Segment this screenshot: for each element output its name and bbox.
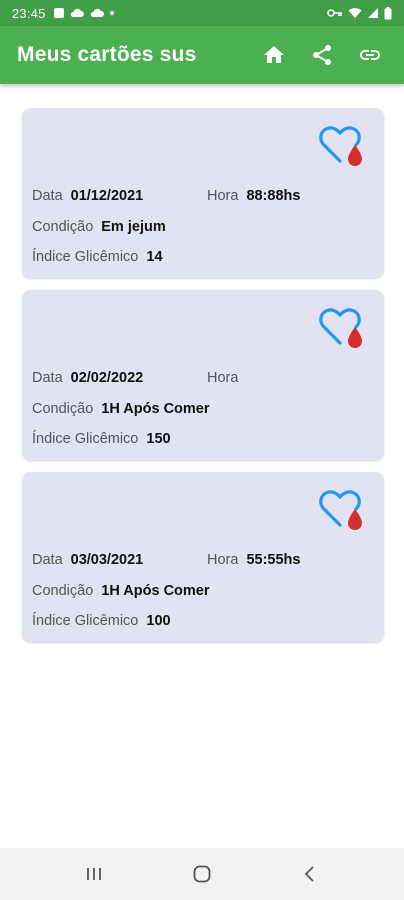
share-icon (313, 45, 331, 65)
data-label: Data (32, 552, 63, 568)
share-button[interactable] (298, 31, 346, 79)
cloud-off-icon (70, 8, 84, 17)
heart-blood-drop-icon (319, 308, 362, 348)
data-value: 01/12/2021 (70, 188, 144, 204)
status-notification-icons (53, 8, 114, 18)
data-value: 03/03/2021 (70, 552, 144, 568)
home-circle-icon (193, 865, 211, 883)
home-icon (264, 46, 284, 63)
page-title: Meus cartões sus (17, 43, 197, 66)
dot-icon (109, 11, 114, 15)
condicao-row: Condição Em jejum (32, 219, 166, 235)
condicao-label: Condição (32, 401, 94, 417)
vpn-key-icon (327, 9, 342, 17)
data-row: Data 02/02/2022 (32, 370, 143, 386)
heart-blood-drop-icon (319, 126, 362, 166)
data-label: Data (32, 370, 63, 386)
link-icon (360, 50, 380, 60)
condicao-label: Condição (32, 583, 94, 599)
signal-icon (368, 8, 378, 18)
indice-label: Índice Glicêmico (32, 613, 139, 629)
hora-value: 88:88hs (246, 188, 301, 204)
recents-icon (87, 868, 101, 880)
hora-value: 55:55hs (246, 552, 301, 568)
indice-label: Índice Glicêmico (32, 431, 139, 447)
back-button[interactable] (286, 854, 334, 894)
hora-label: Hora (207, 552, 239, 568)
app-bar-actions (250, 26, 394, 84)
card-list: Data 01/12/2021 Hora 88:88hs Condição Em… (22, 108, 384, 654)
status-bar: 23:45 (0, 0, 404, 26)
cloud-icon (90, 8, 104, 17)
indice-row: Índice Glicêmico 150 (32, 431, 171, 447)
condicao-label: Condição (32, 219, 94, 235)
link-button[interactable] (346, 31, 394, 79)
data-label: Data (32, 188, 63, 204)
heart-blood-drop-icon (319, 490, 362, 530)
wifi-icon (348, 8, 362, 18)
home-button[interactable] (250, 31, 298, 79)
battery-icon (384, 6, 392, 19)
recents-button[interactable] (70, 854, 118, 894)
status-time: 23:45 (12, 5, 46, 21)
indice-row: Índice Glicêmico 14 (32, 249, 163, 265)
indice-value: 14 (146, 249, 163, 265)
hora-row: Hora 55:55hs (207, 552, 300, 568)
condicao-value: 1H Após Comer (101, 583, 210, 599)
condicao-value: Em jejum (101, 219, 166, 235)
glucose-card[interactable]: Data 02/02/2022 Hora Condição 1H Após Co… (22, 290, 384, 460)
app-bar: Meus cartões sus (0, 26, 404, 84)
data-value: 02/02/2022 (70, 370, 144, 386)
system-nav-bar (0, 848, 404, 900)
back-icon (304, 866, 314, 882)
hora-row: Hora 88:88hs (207, 188, 300, 204)
hora-label: Hora (207, 370, 239, 386)
image-icon (53, 8, 64, 18)
indice-value: 100 (146, 613, 171, 629)
status-system-icons (327, 6, 392, 20)
indice-value: 150 (146, 431, 171, 447)
hora-row: Hora (207, 370, 246, 386)
condicao-row: Condição 1H Após Comer (32, 401, 210, 417)
indice-label: Índice Glicêmico (32, 249, 139, 265)
data-row: Data 01/12/2021 (32, 188, 143, 204)
indice-row: Índice Glicêmico 100 (32, 613, 171, 629)
home-nav-button[interactable] (178, 854, 226, 894)
data-row: Data 03/03/2021 (32, 552, 143, 568)
glucose-card[interactable]: Data 03/03/2021 Hora 55:55hs Condição 1H… (22, 472, 384, 642)
condicao-row: Condição 1H Após Comer (32, 583, 210, 599)
hora-label: Hora (207, 188, 239, 204)
condicao-value: 1H Após Comer (101, 401, 210, 417)
glucose-card[interactable]: Data 01/12/2021 Hora 88:88hs Condição Em… (22, 108, 384, 278)
